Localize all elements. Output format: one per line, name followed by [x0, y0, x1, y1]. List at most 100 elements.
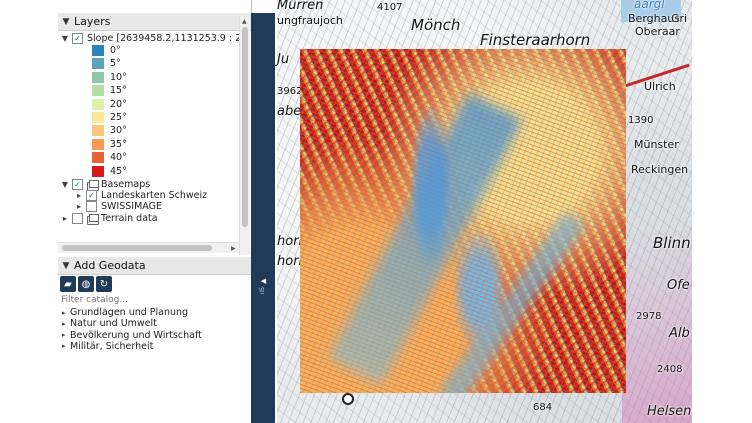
side-panel: ▼ Layers ▼ ✓ Slope [2639458.2,1131253.9 … [58, 0, 252, 423]
collapse-handle-text: ıİS [259, 287, 266, 295]
scroll-up-arrow-icon[interactable]: ▲ [242, 18, 247, 25]
layers-horizontal-scrollbar[interactable]: ▶ [58, 242, 239, 253]
legend-entry: 10° [92, 71, 127, 83]
layer-row-slope[interactable]: ▼ ✓ Slope [2639458.2,1131253.9 : 26 [60, 32, 247, 45]
legend-label: 45° [110, 165, 127, 177]
map-label-blinn: Blinn [653, 234, 691, 252]
terrain-checkbox[interactable] [72, 213, 83, 224]
map-label-ulrich: Ulrich [644, 80, 676, 93]
scroll-right-arrow-icon[interactable]: ▶ [231, 245, 236, 252]
legend-label: 30° [110, 125, 127, 137]
geodata-header[interactable]: ▼ Add Geodata [58, 257, 251, 275]
legend-entry: 30° [92, 125, 127, 137]
legend-label: 35° [110, 138, 127, 150]
legend-swatch [92, 45, 104, 56]
expand-caret-icon[interactable]: ▸ [74, 202, 84, 211]
catalog-category-label: Natur und Umwelt [70, 318, 157, 330]
layers-vertical-scrollbar[interactable]: ▲ [239, 17, 250, 255]
map-label-murren: Mürren [277, 0, 324, 13]
expand-caret-icon[interactable]: ▸ [62, 320, 70, 328]
map-label-oberaar: Oberaar [635, 25, 680, 38]
expand-caret-icon[interactable]: ▼ [60, 180, 70, 189]
map-label-684: 684 [533, 402, 553, 413]
legend-swatch [92, 125, 104, 137]
expand-caret-icon[interactable]: ▸ [62, 331, 70, 339]
scroll-thumb[interactable] [62, 245, 212, 251]
map-label-1390: 1390 [628, 115, 654, 126]
location-marker-icon[interactable] [342, 393, 354, 405]
catalog-category[interactable]: ▸ Militär, Sicherheit [62, 341, 153, 352]
geodata-title: Add Geodata [74, 259, 146, 272]
legend-entry: 0° [92, 45, 121, 56]
legend-label: 25° [110, 112, 127, 123]
caret-down-icon: ▼ [62, 16, 70, 27]
catalog-category-label: Grundlagen und Planung [70, 307, 189, 318]
expand-caret-icon[interactable]: ▸ [74, 191, 84, 200]
catalog-filter-input[interactable] [61, 294, 247, 306]
legend-label: 10° [110, 71, 127, 83]
legend-swatch [92, 138, 104, 150]
legend-swatch [92, 71, 104, 83]
swissimage-checkbox[interactable] [86, 201, 97, 212]
expand-caret-icon[interactable]: ▸ [62, 342, 70, 350]
app-frame: Mürren 4107 ungfraujoch Mönch Finsteraar… [58, 0, 692, 423]
refresh-icon[interactable]: ↻ [96, 276, 112, 292]
folder-icon [87, 214, 99, 225]
terrain-label: Terrain data [101, 213, 158, 224]
globe-icon[interactable]: ◍ [78, 276, 94, 292]
legend-entry: 35° [92, 138, 127, 150]
legend-swatch [92, 98, 104, 110]
catalog-category-label: Bevölkerung und Wirtschaft [70, 329, 202, 341]
catalog-category-label: Militär, Sicherheit [70, 340, 154, 352]
legend-entry: 5° [92, 58, 121, 70]
map-label-aargl: aargl [634, 0, 665, 11]
map-label-monch: Mönch [411, 16, 461, 34]
layer-row-terrain[interactable]: ▸ Terrain data [60, 212, 158, 225]
scroll-thumb[interactable] [242, 27, 248, 227]
expand-caret-icon[interactable]: ▼ [60, 34, 70, 43]
map-label-jungfraujoch: ungfraujoch [277, 14, 343, 27]
catalog-category[interactable]: ▸ Grundlagen und Planung [62, 307, 188, 318]
folder-icon [87, 180, 99, 191]
legend-label: 15° [110, 85, 127, 97]
layers-title: Layers [74, 15, 111, 28]
legend-entry: 15° [92, 85, 127, 97]
slope-raster-overlay [300, 49, 626, 393]
map-label-finsteraarhorn: Finsteraarhorn [480, 31, 591, 49]
legend-label: 20° [110, 98, 127, 110]
slope-layer-name: Slope [2639458.2,1131253.9 : 26 [87, 33, 248, 44]
legend-entry: 20° [92, 98, 127, 110]
catalog-category[interactable]: ▸ Bevölkerung und Wirtschaft [62, 330, 202, 341]
legend-swatch [92, 165, 104, 177]
legend-entry: 45° [92, 165, 127, 177]
map-label-reckingen: Reckingen [631, 163, 689, 176]
map-label-2408: 2408 [657, 364, 683, 375]
map-label-helsenhorn: Helsenhorn [647, 404, 692, 419]
collapse-arrow-icon[interactable]: ◀ [259, 277, 268, 285]
map-label-3962: 3962 [277, 86, 303, 97]
geodata-toolbar: ▰ ◍ ↻ [60, 276, 112, 292]
expand-caret-icon[interactable]: ▸ [62, 309, 70, 317]
map-label-gri: Gri [671, 12, 688, 25]
open-folder-icon[interactable]: ▰ [60, 276, 76, 292]
legend-swatch [92, 85, 104, 97]
legend-label: 40° [110, 152, 127, 164]
panel-collapse-bar[interactable]: ◀ ıİS [251, 13, 275, 423]
legend-label: 0° [110, 45, 121, 56]
legend-label: 5° [110, 58, 121, 70]
valley-river [439, 212, 585, 393]
swissimage-label: SWISSIMAGE [101, 201, 162, 212]
catalog-category[interactable]: ▸ Natur und Umwelt [62, 318, 157, 329]
map-label-ju: Ju [277, 52, 290, 67]
caret-down-icon: ▼ [62, 260, 70, 271]
map-label-alb: Alb [669, 326, 690, 341]
map-label-2978: 2978 [636, 311, 662, 322]
expand-caret-icon[interactable]: ▸ [60, 214, 70, 223]
layer-tree: ▼ ✓ Slope [2639458.2,1131253.9 : 26 0° 5°… [58, 29, 248, 254]
legend-swatch [92, 112, 104, 123]
map-label-abe: abe [277, 104, 302, 119]
slope-checkbox[interactable]: ✓ [72, 33, 83, 44]
legend-entry: 25° [92, 112, 127, 123]
map-label-ofe: Ofe [667, 278, 690, 293]
collapse-handle[interactable]: ◀ ıİS [259, 277, 268, 294]
